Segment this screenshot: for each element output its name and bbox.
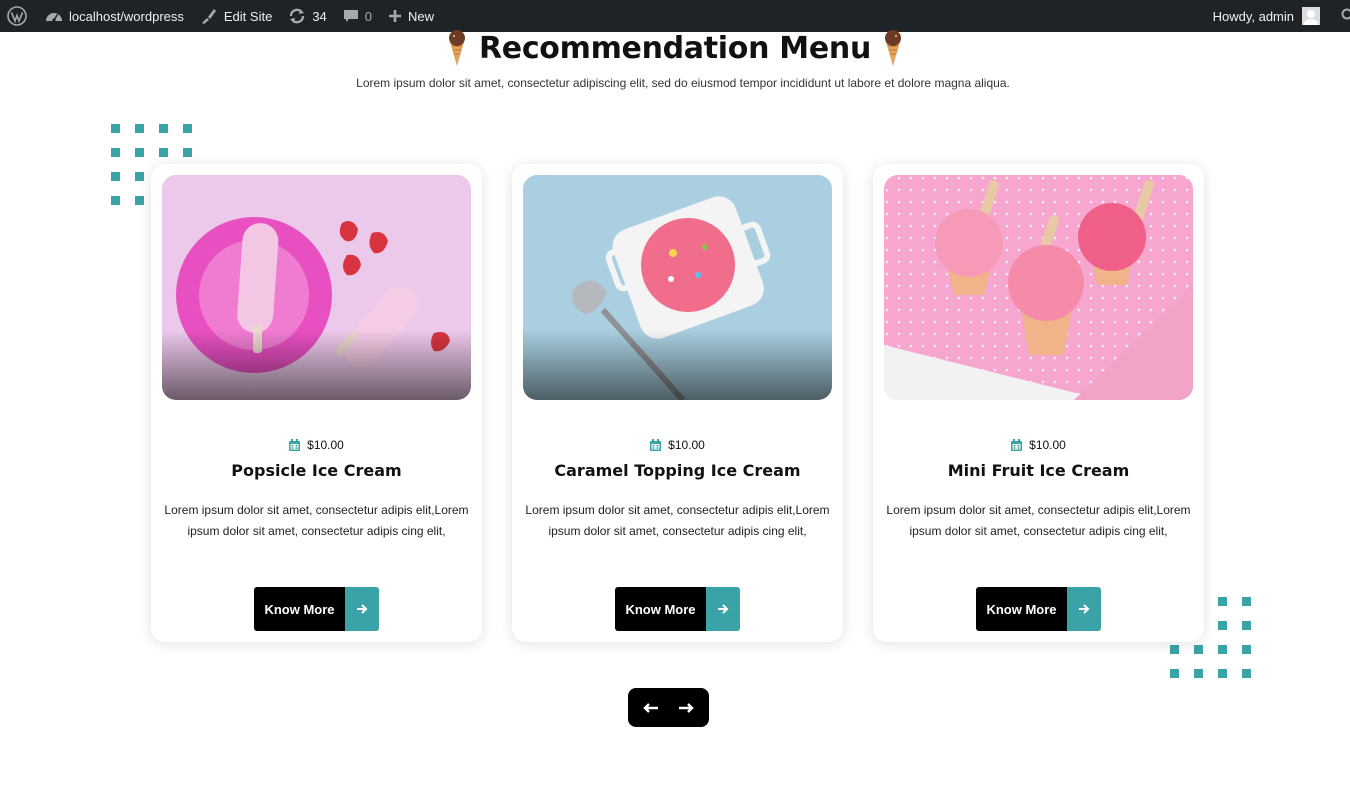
section-heading: Recommendation Menu bbox=[0, 28, 1350, 68]
know-more-button[interactable]: Know More bbox=[615, 587, 740, 631]
product-description: Lorem ipsum dolor sit amet, consectetur … bbox=[164, 503, 469, 538]
comments-count: 0 bbox=[364, 8, 373, 24]
search-icon bbox=[1341, 8, 1350, 20]
comment-icon bbox=[343, 10, 358, 22]
section-subtitle: Lorem ipsum dolor sit amet, consectetur … bbox=[356, 76, 1010, 90]
edit-site-label: Edit Site bbox=[223, 8, 273, 24]
know-more-button[interactable]: Know More bbox=[254, 587, 379, 631]
product-description: Lorem ipsum dolor sit amet, consectetur … bbox=[886, 503, 1191, 538]
product-card: $10.00 Caramel Topping Ice Cream Lorem i… bbox=[512, 164, 843, 642]
product-title: Mini Fruit Ice Cream bbox=[947, 461, 1130, 480]
arrow-left-icon bbox=[643, 702, 659, 713]
howdy-label: Howdy, admin bbox=[1212, 8, 1294, 24]
plus-icon bbox=[389, 10, 402, 22]
new-label: New bbox=[408, 8, 435, 24]
calendar-icon bbox=[289, 439, 301, 451]
product-price: $10.00 bbox=[307, 438, 344, 452]
slider-navigation bbox=[628, 688, 709, 727]
product-card: $10.00 Popsicle Ice Cream Lorem ipsum do… bbox=[151, 164, 482, 642]
product-price: $10.00 bbox=[1029, 438, 1066, 452]
calendar-icon bbox=[1011, 439, 1023, 451]
arrow-right-icon bbox=[1067, 587, 1101, 631]
product-card: $10.00 Mini Fruit Ice Cream Lorem ipsum … bbox=[873, 164, 1204, 642]
ice-cream-cone-icon bbox=[885, 30, 902, 66]
updates-count: 34 bbox=[312, 8, 327, 24]
product-price: $10.00 bbox=[668, 438, 705, 452]
dashboard-icon bbox=[46, 13, 62, 22]
price-row: $10.00 bbox=[512, 438, 843, 452]
refresh-icon bbox=[290, 8, 305, 24]
price-row: $10.00 bbox=[151, 438, 482, 452]
page-title: Recommendation Menu bbox=[478, 30, 872, 66]
arrow-right-icon bbox=[678, 702, 694, 713]
price-row: $10.00 bbox=[873, 438, 1204, 452]
next-slide-button[interactable] bbox=[671, 693, 701, 723]
search-button[interactable] bbox=[1328, 8, 1350, 24]
product-description: Lorem ipsum dolor sit amet, consectetur … bbox=[525, 503, 830, 538]
brush-icon bbox=[201, 9, 216, 24]
arrow-right-icon bbox=[706, 587, 740, 631]
product-title: Caramel Topping Ice Cream bbox=[554, 461, 801, 480]
avatar bbox=[1302, 7, 1320, 25]
know-more-button[interactable]: Know More bbox=[976, 587, 1101, 631]
prev-slide-button[interactable] bbox=[636, 693, 666, 723]
know-more-label: Know More bbox=[615, 587, 706, 631]
know-more-label: Know More bbox=[976, 587, 1067, 631]
site-name-label: localhost/wordpress bbox=[69, 8, 184, 24]
ice-cream-cone-icon bbox=[448, 30, 465, 66]
wordpress-logo-icon bbox=[7, 6, 27, 26]
product-image-mini-fruit bbox=[884, 175, 1193, 400]
product-title: Popsicle Ice Cream bbox=[231, 461, 402, 480]
product-image-popsicle bbox=[162, 175, 471, 400]
product-image-caramel bbox=[523, 175, 832, 400]
arrow-right-icon bbox=[345, 587, 379, 631]
calendar-icon bbox=[650, 439, 662, 451]
know-more-label: Know More bbox=[254, 587, 345, 631]
